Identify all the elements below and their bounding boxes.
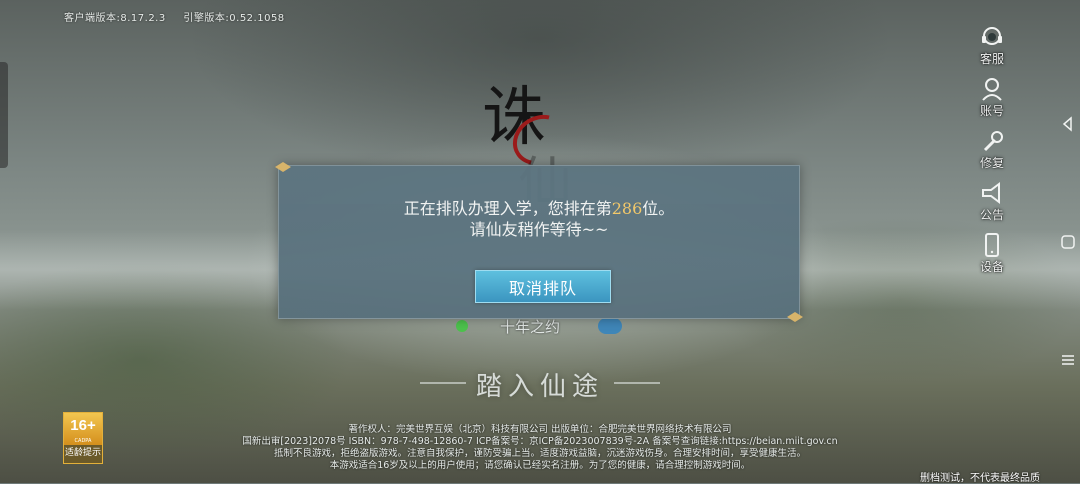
device-icon [985,233,999,257]
queue-message: 正在排队办理入学，您排在第286位。 请仙友稍作等待~~ [279,198,799,240]
legal-line: 本游戏适合16岁及以上的用户使用；请您确认已经实名注册。为了您的健康，请合理控制… [329,460,751,471]
side-item-device[interactable]: 设备 [974,232,1010,284]
version-info: 客户端版本:8.17.2.3 引擎版本:0.52.1058 [64,9,285,24]
client-version: 客户端版本:8.17.2.3 [64,13,166,24]
side-item-repair[interactable]: 修复 [974,128,1010,180]
side-item-device-label: 设备 [979,260,1004,274]
enter-game-button[interactable]: 踏入仙途 [420,360,660,408]
legal-line: 国新出审[2023]2078号 ISBN：978-7-498-12860-7 I… [242,436,838,447]
side-item-notice[interactable]: 公告 [974,180,1010,232]
cancel-queue-button[interactable]: 取消排队 [475,270,611,303]
side-item-account-label: 账号 [979,104,1004,118]
server-selector[interactable]: 十年之约 [456,316,626,338]
side-item-support-label: 客服 [979,52,1004,66]
queue-dialog: 正在排队办理入学，您排在第286位。 请仙友稍作等待~~ 取消排队 [275,162,803,322]
legal-line: 著作权人：完美世界互娱（北京）科技有限公司 出版单位：合肥完美世界网络技术有限公… [348,424,732,435]
side-menu: 客服 账号 修复 公告 设备 [974,24,1010,284]
queue-text-prefix: 正在排队办理入学，您排在第 [403,199,612,218]
server-status-dot [456,320,468,332]
server-name: 十年之约 [500,318,561,336]
switch-server-icon[interactable] [598,318,622,334]
age-rating-badge[interactable]: 16+ CADPA 适龄提示 [63,412,103,464]
account-icon [982,78,1002,101]
side-item-account[interactable]: 账号 [974,76,1010,128]
queue-position: 286 [611,199,643,218]
side-item-repair-label: 修复 [979,156,1004,170]
engine-version: 引擎版本:0.52.1058 [183,13,285,24]
headset-icon [982,27,1002,45]
legal-notice: 著作权人：完美世界互娱（北京）科技有限公司 出版单位：合肥完美世界网络技术有限公… [190,424,890,472]
age-rating-org: CADPA [74,438,92,444]
megaphone-icon [982,182,1000,204]
side-item-notice-label: 公告 [979,208,1004,222]
wrench-icon [983,131,1003,152]
side-drawer-handle[interactable] [0,62,8,168]
dialog-corner-ornament [275,162,291,172]
age-rating-caption: 适龄提示 [64,448,101,458]
home-icon[interactable] [1060,234,1076,250]
back-icon[interactable] [1060,116,1076,132]
recent-apps-icon[interactable] [1060,352,1076,368]
queue-message-line2: 请仙友稍作等待~~ [469,220,609,239]
queue-message-line1: 正在排队办理入学，您排在第286位。 [279,198,799,219]
legal-line: 抵制不良游戏，拒绝盗版游戏。注意自我保护，谨防受骗上当。适度游戏益脑，沉迷游戏伤… [273,448,806,459]
system-nav-bar [1056,0,1080,483]
queue-text-suffix: 位。 [642,199,675,218]
test-notice: 删档测试，不代表最终品质 [920,473,1040,484]
side-item-support[interactable]: 客服 [974,24,1010,76]
dialog-corner-ornament [787,312,803,322]
